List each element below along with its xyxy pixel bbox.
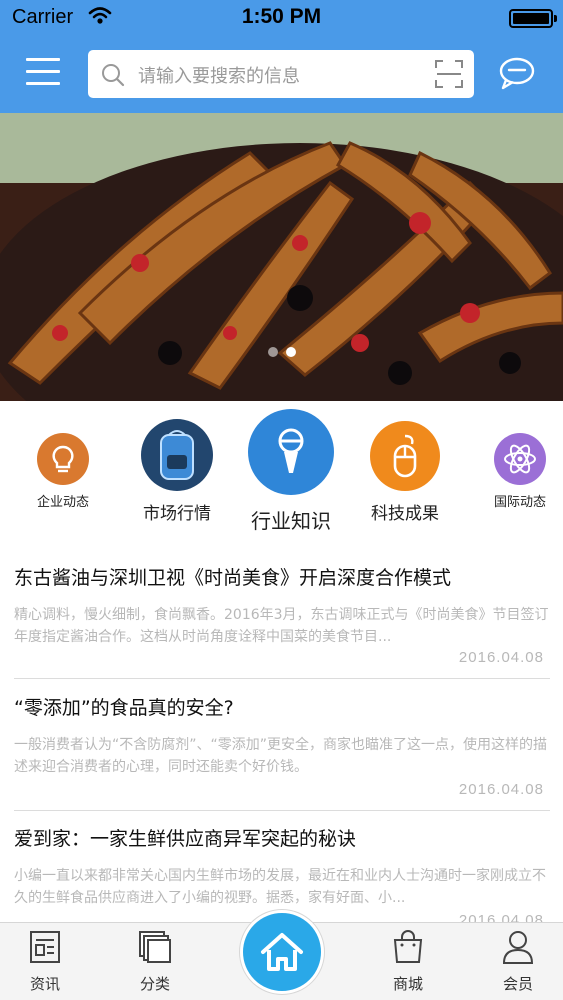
tab-label: 资讯 (29, 975, 60, 993)
divider (14, 810, 550, 811)
divider (14, 678, 550, 679)
category-market[interactable]: 市场行情 (133, 419, 221, 524)
news-item[interactable]: “零添加”的食品真的安全? 一般消费者认为“不含防腐剂”、“零添加”更安全，商家… (14, 693, 550, 798)
news-description: 一般消费者认为“不含防腐剂”、“零添加”更安全，商家也瞄准了这一点，使用这样的描… (14, 737, 548, 775)
news-item[interactable]: 东古酱油与深圳卫视《时尚美食》开启深度合作模式 精心调料，慢火细制，食尚飘香。2… (14, 563, 550, 666)
category-label: 科技成果 (371, 504, 439, 524)
carousel-dot-active[interactable] (285, 347, 296, 357)
category-tech-achievements[interactable]: 科技成果 (360, 421, 450, 524)
microphone-icon (248, 409, 334, 495)
category-label: 市场行情 (143, 504, 211, 524)
battery-icon (509, 9, 557, 28)
news-date: 2016.04.08 (458, 649, 544, 666)
mouse-icon (370, 421, 440, 491)
category-label: 行业知识 (251, 509, 331, 533)
news-title: “零添加”的食品真的安全? (14, 697, 234, 719)
tab-label: 分类 (139, 975, 170, 993)
category-industry-knowledge[interactable]: 行业知识 (240, 409, 342, 534)
menu-button[interactable] (26, 58, 60, 88)
category-label: 国际动态 (493, 495, 546, 510)
news-date: 2016.04.08 (458, 781, 544, 798)
news-item[interactable]: 爱到家：一家生鲜供应商异军突起的秘诀 小编一直以来都非常关心国内生鲜市场的发展，… (14, 824, 550, 929)
atom-icon (494, 433, 546, 485)
news-description: 小编一直以来都非常关心国内生鲜市场的发展，最近在和业内人士沟通时一家刚成立不久的… (14, 868, 546, 906)
tab-category[interactable]: 分类 (115, 929, 195, 994)
search-icon (100, 62, 126, 92)
carousel-indicator[interactable] (0, 342, 563, 361)
backpack-icon (141, 419, 213, 491)
user-icon (502, 931, 534, 964)
category-label: 企业动态 (36, 495, 89, 510)
carousel-dot[interactable] (267, 347, 278, 357)
tab-member[interactable]: 会员 (478, 929, 558, 994)
tab-mall[interactable]: 商城 (368, 929, 448, 994)
scan-icon[interactable] (434, 59, 464, 93)
home-icon (261, 933, 303, 971)
news-icon (30, 931, 60, 963)
shopping-bag-icon (393, 930, 423, 963)
message-button[interactable] (498, 56, 536, 94)
category-international-news[interactable]: 国际动态 (484, 433, 556, 510)
search-input[interactable]: 请输入要搜索的信息 (138, 62, 300, 88)
status-bar: Carrier 1:50 PM (0, 0, 563, 36)
search-bar[interactable]: 请输入要搜索的信息 (88, 50, 474, 98)
status-time: 1:50 PM (241, 5, 322, 28)
category-menu: 企业动态 市场行情 行业知识 科技成果 国际动态 (0, 401, 563, 541)
tab-label: 商城 (392, 975, 423, 993)
category-icon (139, 931, 171, 963)
chat-bubble-icon (499, 57, 535, 90)
hamburger-icon (26, 58, 60, 61)
home-button[interactable] (240, 910, 324, 994)
category-enterprise-news[interactable]: 企业动态 (30, 433, 96, 510)
lightbulb-icon (37, 433, 89, 485)
news-description: 精心调料，慢火细制，食尚飘香。2016年3月，东古调味正式与《时尚美食》节目签订… (14, 607, 549, 645)
tab-news[interactable]: 资讯 (5, 929, 85, 994)
news-title: 爱到家：一家生鲜供应商异军突起的秘诀 (14, 828, 357, 850)
news-title: 东古酱油与深圳卫视《时尚美食》开启深度合作模式 (14, 567, 452, 589)
tab-label: 会员 (502, 975, 533, 993)
